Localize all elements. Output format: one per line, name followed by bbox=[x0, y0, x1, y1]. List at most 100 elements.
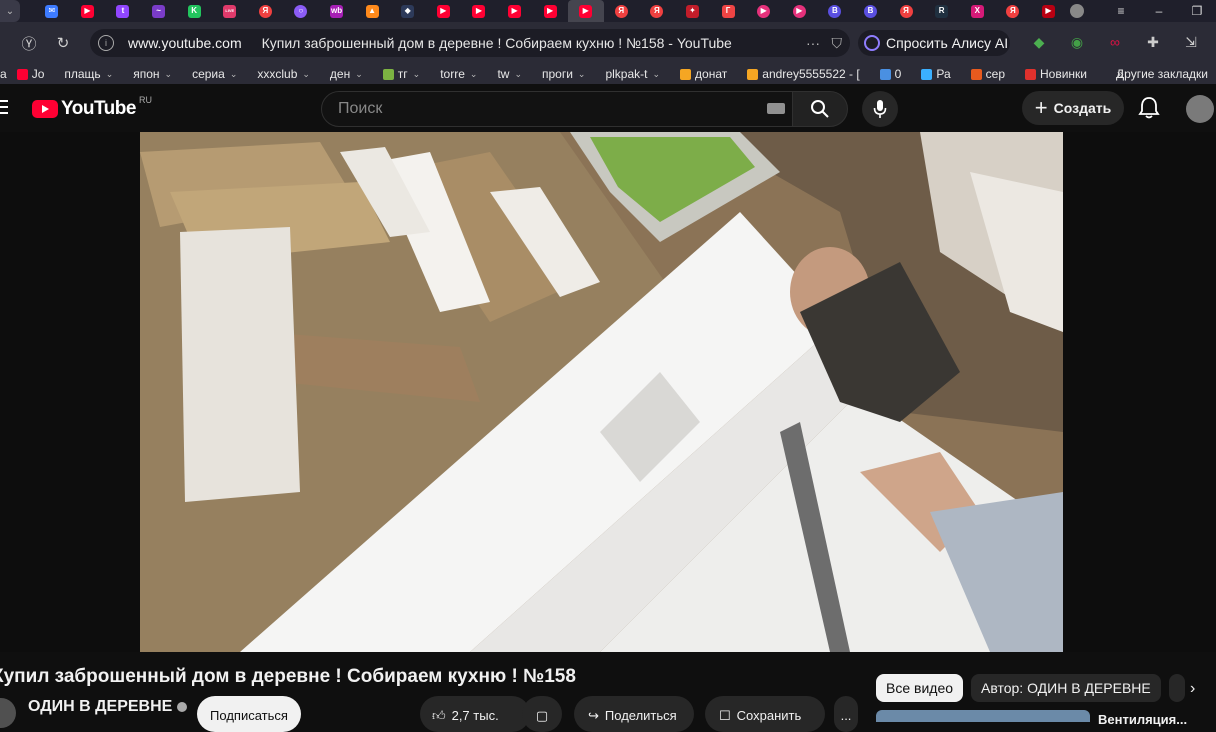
bookmark-label: плащь bbox=[64, 67, 101, 81]
downloads-icon[interactable]: ⇲ bbox=[1172, 34, 1210, 51]
video-frame[interactable] bbox=[140, 132, 1063, 652]
voice-search-button[interactable] bbox=[862, 91, 898, 127]
browser-tab[interactable]: ~ bbox=[141, 0, 177, 22]
browser-tab[interactable]: X bbox=[959, 0, 995, 22]
share-button[interactable]: ↪ Поделиться bbox=[574, 696, 694, 732]
browser-tab[interactable]: ▶ bbox=[567, 0, 604, 22]
menu-icon[interactable]: ≡ bbox=[1102, 4, 1140, 18]
b-icon: B bbox=[828, 4, 842, 18]
browser-tab[interactable]: Я bbox=[639, 0, 675, 22]
tab-list: ✉ ▶ t ~ K LIVE Я ○ wb ▲ ◆ ▶ ▶ ▶ ▶ ▶ Я Я ✦ Г ▶ ▶ B B Я R X Я ▶ bbox=[34, 0, 1066, 22]
bookmark-item[interactable]: plkpak-t ⌄ bbox=[605, 67, 660, 81]
browser-tab[interactable]: R bbox=[924, 0, 960, 22]
comments-button[interactable]: ▢ bbox=[522, 696, 562, 732]
browser-tab[interactable]: K bbox=[176, 0, 212, 22]
bookmark-item[interactable]: проги ⌄ bbox=[542, 67, 585, 81]
bookmark-item[interactable]: плащь ⌄ bbox=[64, 67, 113, 81]
account-avatar[interactable] bbox=[1186, 95, 1214, 123]
reload-icon[interactable]: ↻ bbox=[46, 34, 80, 52]
browser-tab[interactable]: Г bbox=[710, 0, 746, 22]
browser-tab[interactable]: ✉ bbox=[34, 0, 70, 22]
search-button[interactable] bbox=[792, 91, 848, 127]
browser-tab[interactable]: ◆ bbox=[390, 0, 426, 22]
bookmark-item[interactable]: сериа ⌄ bbox=[192, 67, 237, 81]
browser-tab[interactable]: Я bbox=[248, 0, 284, 22]
bookmark-item[interactable]: tw ⌄ bbox=[497, 67, 522, 81]
extension-glasses-icon[interactable]: ∞ bbox=[1096, 34, 1134, 51]
channel-avatar[interactable] bbox=[0, 698, 16, 728]
minimize-icon[interactable]: – bbox=[1140, 4, 1178, 18]
bookmark-item[interactable]: 0 bbox=[879, 67, 901, 81]
ask-alice-button[interactable]: Спросить Алису AI bbox=[858, 30, 1010, 56]
browser-tab[interactable]: B bbox=[853, 0, 889, 22]
browser-tab[interactable]: Я bbox=[995, 0, 1031, 22]
like-button[interactable]: 👍︎ 2,7 тыс. bbox=[420, 696, 530, 732]
browser-tab[interactable]: ▶ bbox=[461, 0, 497, 22]
chevron-down-icon: ⌄ bbox=[105, 68, 114, 79]
browser-tab[interactable]: ○ bbox=[283, 0, 319, 22]
bookmark-label: torre bbox=[440, 67, 465, 81]
extensions-puzzle-icon[interactable]: ✚ bbox=[1134, 34, 1172, 51]
notifications-button[interactable] bbox=[1138, 96, 1160, 125]
bookmark-icon[interactable]: ⛉ bbox=[832, 35, 843, 52]
bookmark-item[interactable]: Новинки bbox=[1025, 67, 1087, 81]
guide-menu-icon[interactable] bbox=[0, 100, 8, 116]
browser-tab[interactable]: t bbox=[105, 0, 141, 22]
youtube-logo[interactable]: YouTube RU bbox=[32, 95, 152, 120]
browser-tab[interactable]: ▶ bbox=[1031, 0, 1067, 22]
video-player[interactable] bbox=[0, 132, 1216, 652]
share-icon: ↪ bbox=[588, 708, 599, 723]
tab-scroll-back-button[interactable]: ⌄ bbox=[0, 0, 20, 22]
bookmark-item[interactable]: донат bbox=[680, 67, 727, 81]
bookmark-item[interactable]: ден ⌄ bbox=[330, 67, 363, 81]
browser-tab[interactable]: ▶ bbox=[746, 0, 782, 22]
profile-icon[interactable] bbox=[1070, 4, 1084, 18]
browser-tab[interactable]: Я bbox=[888, 0, 924, 22]
bookmark-item[interactable]: тг ⌄ bbox=[382, 67, 420, 81]
bookmarks-bar: а Jo плащь ⌄ япон ⌄ сериа ⌄ xxxclub ⌄ ден ⌄ тг ⌄ torr… bbox=[0, 64, 1216, 84]
bookmark-item[interactable]: xxxclub ⌄ bbox=[257, 67, 310, 81]
restore-icon[interactable]: ❐ bbox=[1178, 4, 1216, 18]
more-actions-button[interactable]: ... bbox=[834, 696, 858, 732]
keyboard-icon[interactable] bbox=[767, 103, 785, 114]
recommended-video-thumbnail[interactable] bbox=[876, 710, 1090, 722]
yandex-home-icon[interactable]: Ⓨ bbox=[12, 33, 46, 54]
browser-tab[interactable]: ▶ bbox=[70, 0, 106, 22]
bookmark-item[interactable]: andrey5555522 - [ bbox=[747, 67, 860, 81]
bookmark-item[interactable]: япон ⌄ bbox=[133, 67, 172, 81]
site-icon: ✦ bbox=[685, 4, 699, 18]
browser-tab[interactable]: ▲ bbox=[354, 0, 390, 22]
create-button[interactable]: + Создать bbox=[1022, 91, 1124, 125]
browser-tab[interactable]: Я bbox=[604, 0, 640, 22]
browser-tab[interactable]: ✦ bbox=[675, 0, 711, 22]
browser-tab[interactable]: ▶ bbox=[497, 0, 533, 22]
extension-badge-icon[interactable]: ◉ bbox=[1058, 34, 1096, 51]
subscribe-button[interactable]: Подписаться bbox=[197, 696, 301, 732]
chevron-down-icon: ⌄ bbox=[164, 68, 173, 79]
browser-tab[interactable]: ▶ bbox=[426, 0, 462, 22]
bookmark-label: проги bbox=[541, 67, 573, 81]
wildberries-icon: wb bbox=[330, 4, 344, 18]
bookmark-item[interactable]: Ра bbox=[921, 67, 951, 81]
bookmark-item[interactable]: Jo bbox=[16, 67, 44, 81]
browser-tab[interactable]: ▶ bbox=[532, 0, 568, 22]
extension-leaf-icon[interactable]: ◆ bbox=[1020, 34, 1058, 51]
url-field[interactable]: i www.youtube.com Купил заброшенный дом … bbox=[90, 29, 850, 57]
bookmark-item[interactable]: сер bbox=[970, 67, 1005, 81]
save-button[interactable]: ☐ Сохранить bbox=[705, 696, 825, 732]
bookmark-item[interactable]: torre ⌄ bbox=[440, 67, 477, 81]
browser-tab[interactable]: ▶ bbox=[781, 0, 817, 22]
other-bookmarks[interactable]: Другие закладки bbox=[1116, 67, 1208, 81]
bookmark-item[interactable]: а bbox=[0, 67, 7, 81]
site-info-icon[interactable]: i bbox=[98, 35, 114, 51]
channel-name[interactable]: ОДИН В ДЕРЕВНЕ bbox=[28, 698, 188, 716]
browser-tab[interactable]: wb bbox=[319, 0, 355, 22]
bookmark-label: сер bbox=[985, 67, 1005, 81]
game-icon: ◆ bbox=[401, 4, 415, 18]
youtube-wordmark: YouTube bbox=[61, 98, 136, 119]
browser-tab[interactable]: LIVE bbox=[212, 0, 248, 22]
search-input[interactable]: Поиск bbox=[321, 91, 794, 127]
yandex-icon: Я bbox=[258, 4, 272, 18]
page-menu-icon[interactable]: ··· bbox=[806, 35, 820, 51]
browser-tab[interactable]: B bbox=[817, 0, 853, 22]
